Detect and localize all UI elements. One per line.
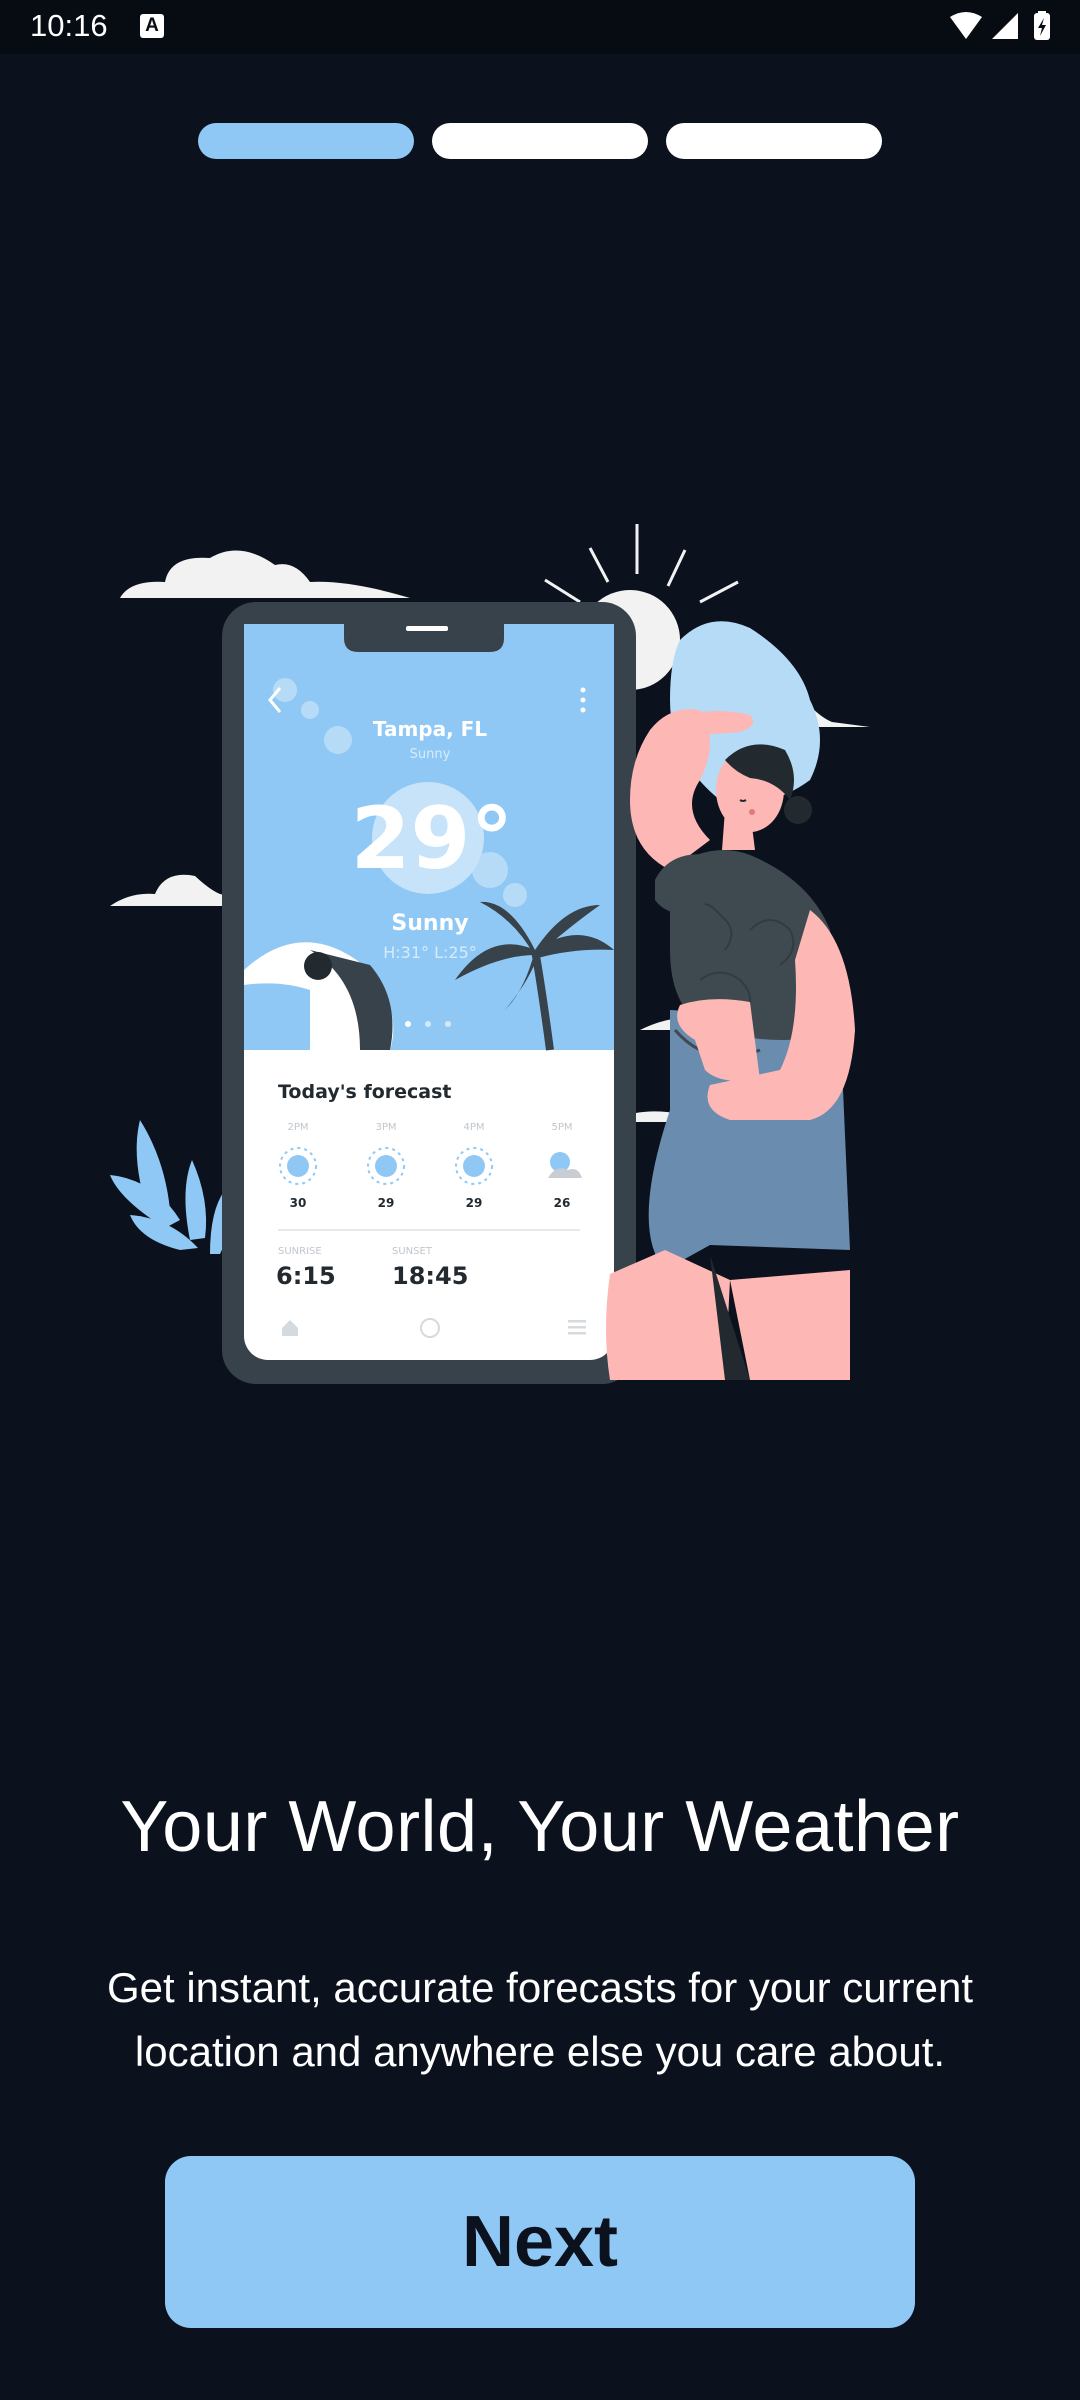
phone-location: Tampa, FL: [373, 717, 487, 741]
phone-sunrise: 6:15: [276, 1262, 336, 1290]
signal-icon: [992, 13, 1018, 39]
phone-hour: 3PM: [375, 1122, 396, 1133]
phone-hour: 2PM: [287, 1122, 308, 1133]
phone-hour: 5PM: [551, 1122, 572, 1133]
phone-forecast-title: Today's forecast: [278, 1081, 452, 1103]
phone-condition-small: Sunny: [410, 747, 451, 762]
phone-hi-lo: H:31° L:25°: [383, 943, 477, 962]
phone-forecast-temp: 26: [554, 1196, 571, 1210]
phone-forecast-temp: 29: [378, 1196, 395, 1210]
phone-forecast-temp: 30: [290, 1196, 307, 1210]
phone-forecast-temp: 29: [466, 1196, 483, 1210]
plant-icon: [110, 1120, 229, 1254]
woman-figure: [606, 621, 855, 1380]
status-icons: [950, 11, 1050, 40]
progress-step-1: [198, 123, 414, 159]
wifi-icon: [950, 12, 982, 39]
cloud-icon: [120, 550, 410, 598]
phone-sunset-label: SUNSET: [392, 1246, 433, 1257]
a-letter-icon: A: [140, 14, 164, 38]
phone-sunset: 18:45: [392, 1262, 468, 1290]
status-time: 10:16: [30, 8, 108, 43]
phone-condition: Sunny: [391, 911, 468, 936]
battery-charging-icon: [1034, 11, 1050, 40]
menu-icon: [568, 1320, 586, 1335]
phone-hour: 4PM: [463, 1122, 484, 1133]
phone-temperature: 29°: [351, 789, 514, 889]
phone-mockup: Tampa, FL Sunny 29° Sunny H:31° L:25° To…: [222, 602, 636, 1384]
onboarding-screen: 10:16 A Tampa, FL Sunny 29° Sunny H:31° …: [0, 0, 1080, 2400]
progress-step-3: [666, 123, 882, 159]
next-button[interactable]: Next: [165, 2156, 915, 2328]
phone-sunrise-label: SUNRISE: [278, 1246, 322, 1257]
headline: Your World, Your Weather: [120, 1787, 960, 1867]
more-vertical-icon: [580, 687, 586, 713]
progress-step-2: [432, 123, 648, 159]
status-bar: 10:16 A: [0, 0, 1080, 54]
description: Get instant, accurate forecasts for your…: [106, 1964, 974, 2075]
weather-illustration: Tampa, FL Sunny 29° Sunny H:31° L:25° To…: [110, 524, 870, 1384]
